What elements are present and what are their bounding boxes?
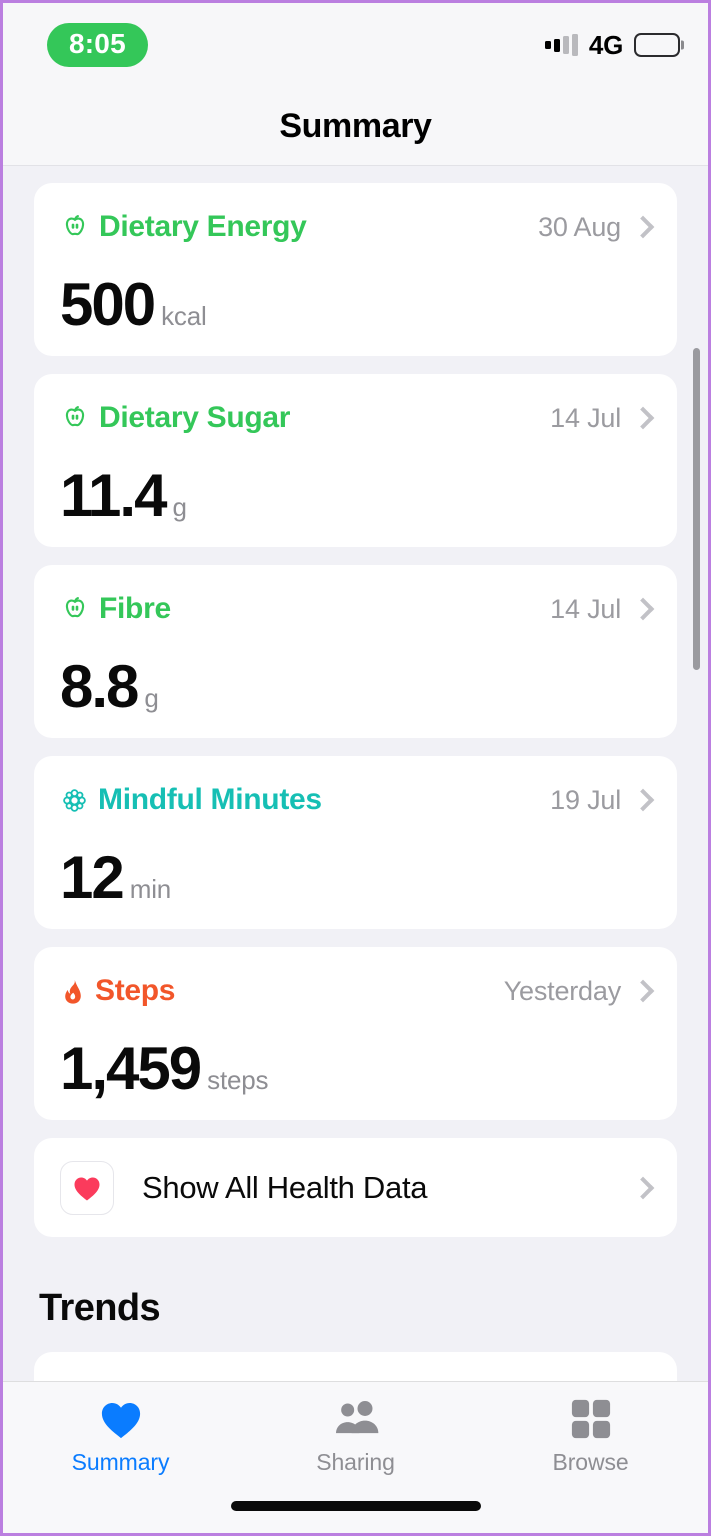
card-value-row: 11.4 g: [60, 466, 651, 526]
show-all-health-data-row[interactable]: Show All Health Data: [34, 1138, 677, 1237]
card-date: 14 Jul: [550, 593, 621, 624]
metric-card-dietary-sugar[interactable]: Dietary Sugar 14 Jul 11.4 g: [34, 374, 677, 547]
tab-sharing[interactable]: Sharing: [238, 1398, 473, 1476]
tab-browse[interactable]: Browse: [473, 1398, 708, 1476]
card-meta: 14 Jul: [550, 593, 655, 625]
apple-icon: [60, 212, 90, 242]
card-title: Dietary Energy: [99, 210, 307, 243]
card-header: Dietary Sugar 14 Jul: [60, 398, 655, 438]
card-date: 19 Jul: [550, 784, 621, 815]
metric-card-fibre[interactable]: Fibre 14 Jul 8.8 g: [34, 565, 677, 738]
chevron-right-icon[interactable]: [631, 788, 655, 812]
status-bar: 8:05 4G: [3, 3, 708, 87]
card-value-row: 8.8 g: [60, 657, 651, 717]
heart-icon: [98, 1398, 144, 1440]
chevron-right-icon[interactable]: [631, 1176, 655, 1199]
card-title: Dietary Sugar: [99, 401, 291, 434]
page-title: Summary: [279, 106, 432, 145]
tab-summary[interactable]: Summary: [3, 1398, 238, 1476]
metric-card-steps[interactable]: Steps Yesterday 1,459 steps: [34, 947, 677, 1120]
card-meta: 19 Jul: [550, 784, 655, 816]
card-meta: 14 Jul: [550, 402, 655, 434]
chevron-right-icon[interactable]: [631, 215, 655, 239]
tab-label: Browse: [552, 1449, 629, 1475]
card-unit: steps: [207, 1065, 269, 1095]
card-date: Yesterday: [503, 975, 621, 1006]
apple-icon: [60, 594, 90, 624]
signal-bars-icon: [544, 34, 578, 56]
card-unit: kcal: [161, 301, 207, 331]
card-unit: min: [129, 874, 172, 904]
tab-label: Sharing: [316, 1449, 395, 1475]
card-title-wrap: Dietary Energy: [60, 212, 307, 242]
card-value-row: 500 kcal: [60, 275, 651, 335]
card-meta: 30 Aug: [538, 211, 655, 243]
people-icon: [331, 1398, 381, 1440]
metric-card-mindful-minutes[interactable]: Mindful Minutes 19 Jul 12 min: [34, 756, 677, 929]
status-bar-right: 4G: [544, 29, 684, 61]
card-meta: Yesterday: [503, 975, 655, 1007]
card-value: 500: [60, 271, 156, 338]
battery-icon: [634, 33, 684, 57]
card-header: Fibre 14 Jul: [60, 589, 655, 629]
trends-card[interactable]: [34, 1352, 677, 1381]
card-value-row: 1,459 steps: [60, 1039, 651, 1099]
summary-scroll-area[interactable]: Dietary Energy 30 Aug 500 kcal Dietary S…: [3, 166, 708, 1381]
card-value: 1,459: [60, 1035, 202, 1102]
tab-label: Summary: [71, 1449, 170, 1475]
card-date: 14 Jul: [550, 402, 621, 433]
navigation-header: Summary: [3, 87, 708, 166]
brain-icon: [60, 786, 89, 815]
phone-screen: 8:05 4G Summary Dietary Energy 30 Aug 50…: [0, 0, 711, 1536]
card-value: 8.8: [60, 653, 139, 720]
card-title-wrap: Mindful Minutes: [60, 785, 322, 815]
card-value: 12: [60, 844, 125, 911]
card-title-wrap: Dietary Sugar: [60, 403, 290, 433]
card-value: 11.4: [60, 462, 167, 529]
card-title: Mindful Minutes: [98, 783, 322, 816]
metric-card-dietary-energy[interactable]: Dietary Energy 30 Aug 500 kcal: [34, 183, 677, 356]
recording-time-pill: 8:05: [47, 23, 148, 67]
chevron-right-icon[interactable]: [631, 979, 655, 1003]
show-all-health-data-label: Show All Health Data: [142, 1169, 428, 1205]
card-title-wrap: Fibre: [60, 594, 171, 624]
chevron-right-icon[interactable]: [631, 406, 655, 430]
card-header: Mindful Minutes 19 Jul: [60, 780, 655, 820]
card-title: Steps: [95, 974, 176, 1007]
apple-icon: [60, 403, 90, 433]
tab-bar: Summary Sharing Browse: [3, 1381, 708, 1533]
card-title-wrap: Steps: [60, 974, 176, 1007]
card-unit: g: [144, 683, 159, 713]
card-unit: g: [172, 492, 187, 522]
grid-icon: [570, 1398, 612, 1440]
card-title: Fibre: [99, 592, 171, 625]
heart-icon: [60, 1160, 114, 1215]
network-type-label: 4G: [588, 29, 623, 60]
trends-heading: Trends: [39, 1287, 161, 1329]
card-header: Dietary Energy 30 Aug: [60, 207, 655, 247]
card-value-row: 12 min: [60, 848, 651, 908]
flame-icon: [60, 976, 86, 1006]
chevron-right-icon[interactable]: [631, 597, 655, 621]
card-date: 30 Aug: [538, 211, 621, 242]
card-header: Steps Yesterday: [60, 971, 655, 1011]
home-indicator: [230, 1501, 481, 1511]
vertical-scrollbar[interactable]: [693, 348, 700, 670]
